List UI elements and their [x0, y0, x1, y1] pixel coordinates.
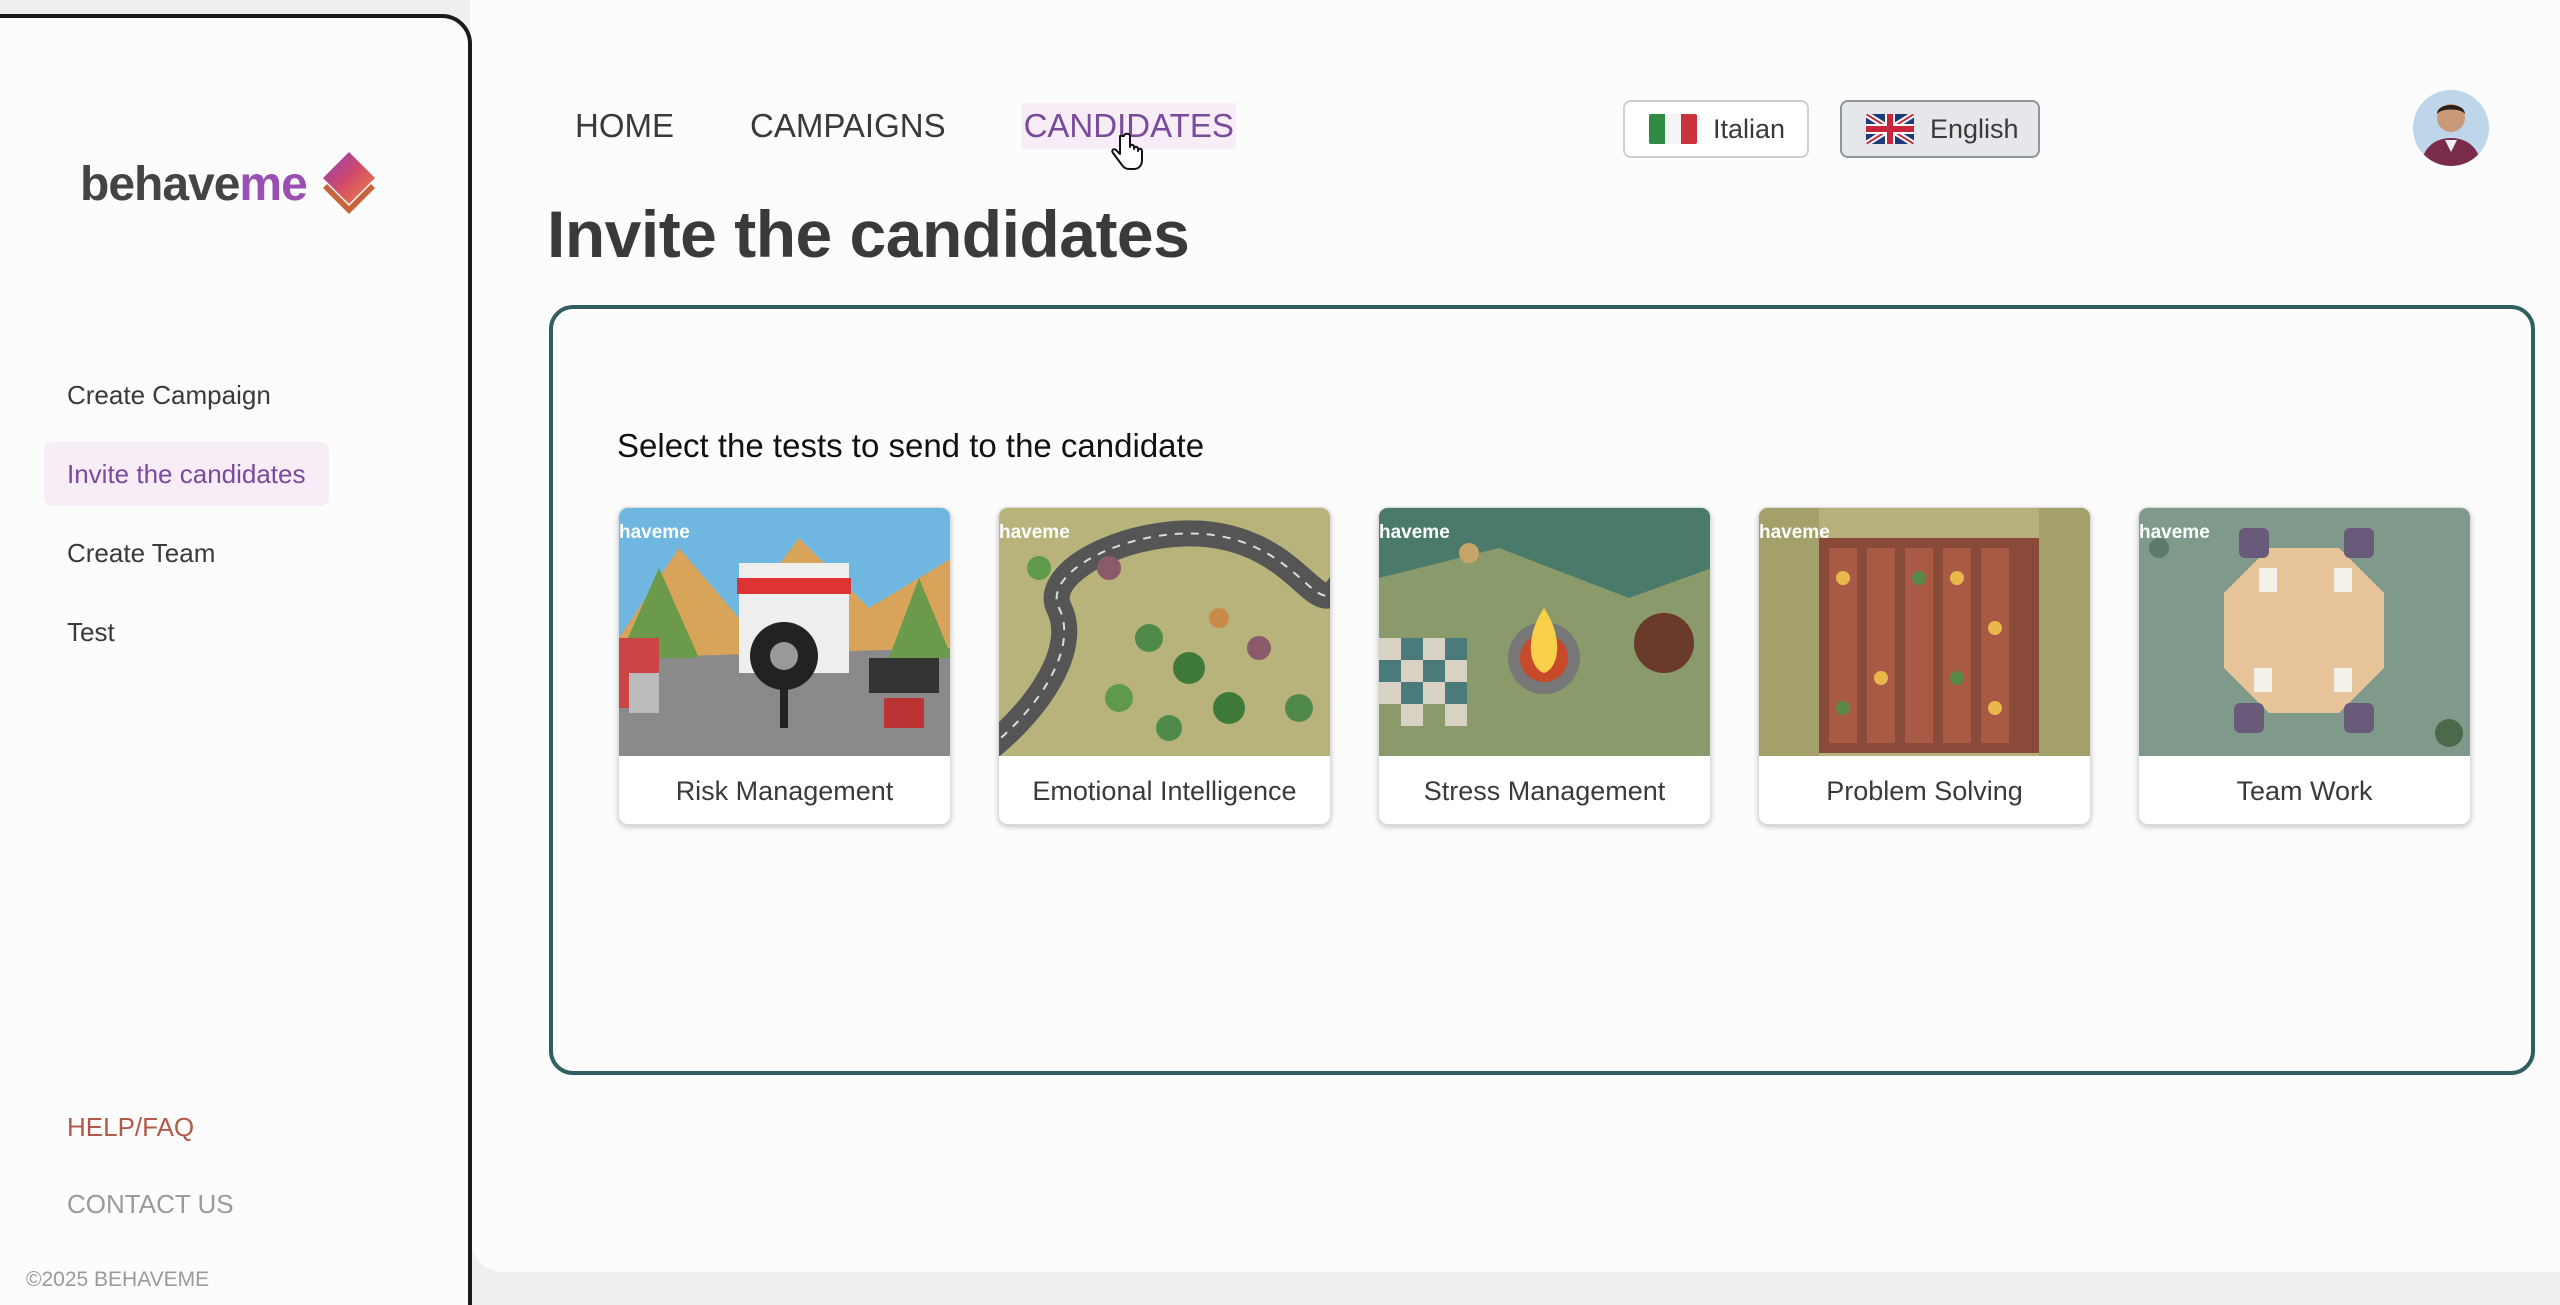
test-label: Team Work	[2236, 775, 2373, 806]
uk-flag-icon	[1866, 114, 1914, 144]
sidebar-nav: Create Campaign Invite the candidates Cr…	[44, 363, 329, 679]
nav-campaigns-link[interactable]: CAMPAIGNS	[750, 103, 946, 149]
campfire-scene-icon: haveme	[1379, 508, 1710, 756]
page-title: Invite the candidates	[547, 197, 1190, 271]
avatar-icon	[2413, 90, 2489, 166]
nav-home-link[interactable]: HOME	[575, 103, 674, 149]
test-card-risk-management[interactable]: haveme Risk Management	[618, 507, 951, 825]
test-selection-card: Select the tests to send to the candidat…	[549, 305, 2535, 1075]
hand-cursor-icon	[1111, 132, 1143, 170]
english-label: English	[1930, 113, 2019, 144]
test-watermark: haveme	[619, 522, 690, 543]
test-label: Emotional Intelligence	[1032, 775, 1297, 806]
test-watermark: haveme	[1379, 522, 1450, 543]
sidebar-item-invite-candidates[interactable]: Invite the candidates	[44, 442, 329, 506]
help-faq-link[interactable]: HELP/FAQ	[67, 1112, 194, 1143]
contact-us-link[interactable]: CONTACT US	[67, 1189, 234, 1220]
user-avatar[interactable]	[2413, 90, 2489, 166]
test-card-stress-management[interactable]: haveme Stress Management	[1378, 507, 1711, 825]
italian-language-button[interactable]: Italian	[1623, 100, 1809, 158]
gas-station-scene-icon: haveme	[619, 508, 950, 756]
test-label: Problem Solving	[1826, 775, 2023, 806]
brand-logo[interactable]: behaveme	[80, 148, 379, 220]
sidebar-item-create-campaign[interactable]: Create Campaign	[44, 363, 329, 427]
test-watermark: haveme	[2139, 522, 2210, 543]
test-watermark: haveme	[999, 522, 1070, 543]
test-card-team-work[interactable]: haveme Team Work	[2138, 507, 2471, 825]
forest-road-scene-icon: haveme	[999, 508, 1330, 756]
test-watermark: haveme	[1759, 522, 1830, 543]
test-card-emotional-intelligence[interactable]: haveme Emotional Intelligence	[998, 507, 1331, 825]
test-label: Risk Management	[675, 775, 894, 806]
sidebar-item-create-team[interactable]: Create Team	[44, 521, 329, 585]
meeting-table-scene-icon: haveme	[2139, 508, 2470, 756]
test-label: Stress Management	[1423, 775, 1666, 806]
select-tests-label: Select the tests to send to the candidat…	[617, 427, 1205, 464]
italian-label: Italian	[1713, 113, 1786, 144]
copyright-text: ©2025 BEHAVEME	[26, 1268, 210, 1291]
top-nav: HOME CAMPAIGNS CANDIDATES	[575, 103, 1312, 149]
italy-flag-icon	[1649, 114, 1697, 144]
test-list: haveme Risk Management haveme Emotional …	[618, 507, 2518, 825]
test-card-problem-solving[interactable]: haveme Problem Solving	[1758, 507, 2091, 825]
sidebar: behaveme Create Campaign Invite the cand…	[0, 14, 472, 1305]
logo-text: behaveme	[80, 157, 308, 211]
garden-beds-scene-icon: haveme	[1759, 508, 2090, 756]
sidebar-item-test[interactable]: Test	[44, 600, 329, 664]
logo-gem-icon	[322, 152, 375, 214]
english-language-button[interactable]: English	[1840, 100, 2040, 158]
